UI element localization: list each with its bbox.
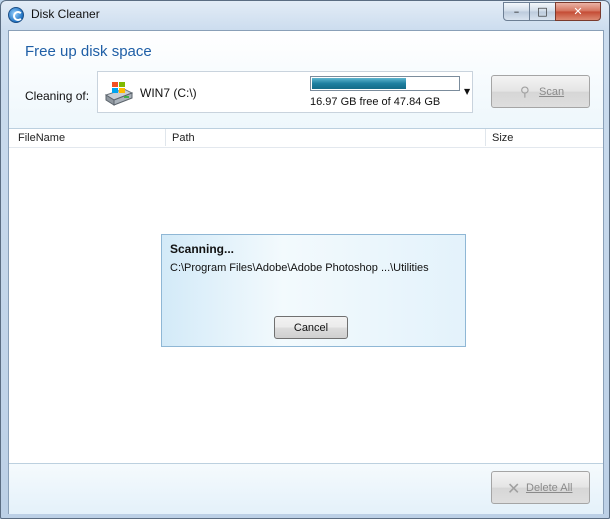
cancel-button[interactable]: Cancel [274,316,348,339]
table-header: FileName Path Size [9,129,603,148]
delete-all-label: Delete All [526,482,573,494]
client-area: Free up disk space Cleaning of: WIN7 (C:… [8,30,604,514]
window-title: Disk Cleaner [31,7,100,21]
column-path[interactable]: Path [172,132,195,144]
drive-name: WIN7 (C:\) [140,86,197,100]
cleaning-of-label: Cleaning of: [25,89,90,103]
magnifier-icon: ⚲ [520,85,530,100]
drive-selector[interactable]: WIN7 (C:\) 16.97 GB free of 47.84 GB ▼ [97,71,473,113]
scanning-dialog: Scanning... C:\Program Files\Adobe\Adobe… [161,234,466,347]
app-icon [8,7,24,23]
scanning-path: C:\Program Files\Adobe\Adobe Photoshop .… [170,262,429,274]
windows-drive-icon [104,82,134,106]
footer-panel: ✕ Delete All [9,463,603,514]
x-icon: ✕ [507,479,521,498]
disk-usage-fill [312,78,406,89]
close-button[interactable]: ✕ [555,2,601,21]
scanning-title: Scanning... [170,242,235,256]
title-bar[interactable]: Disk Cleaner – □ ✕ [1,1,609,29]
header-panel: Free up disk space Cleaning of: WIN7 (C:… [9,31,603,129]
page-title: Free up disk space [25,43,152,60]
column-divider[interactable] [485,129,486,146]
dropdown-arrow-icon[interactable]: ▼ [464,87,470,96]
delete-all-button[interactable]: ✕ Delete All [491,471,590,504]
column-divider[interactable] [165,129,166,146]
disk-cleaner-window: Disk Cleaner – □ ✕ Free up disk space Cl… [0,0,610,519]
drive-free-space: 16.97 GB free of 47.84 GB [310,96,441,108]
maximize-button[interactable]: □ [529,2,556,21]
column-filename[interactable]: FileName [18,132,65,144]
minimize-button[interactable]: – [503,2,530,21]
scan-button[interactable]: ⚲ Scan [491,75,590,108]
scan-button-label: Scan [539,86,565,98]
column-size[interactable]: Size [492,132,513,144]
disk-usage-bar [310,76,460,91]
